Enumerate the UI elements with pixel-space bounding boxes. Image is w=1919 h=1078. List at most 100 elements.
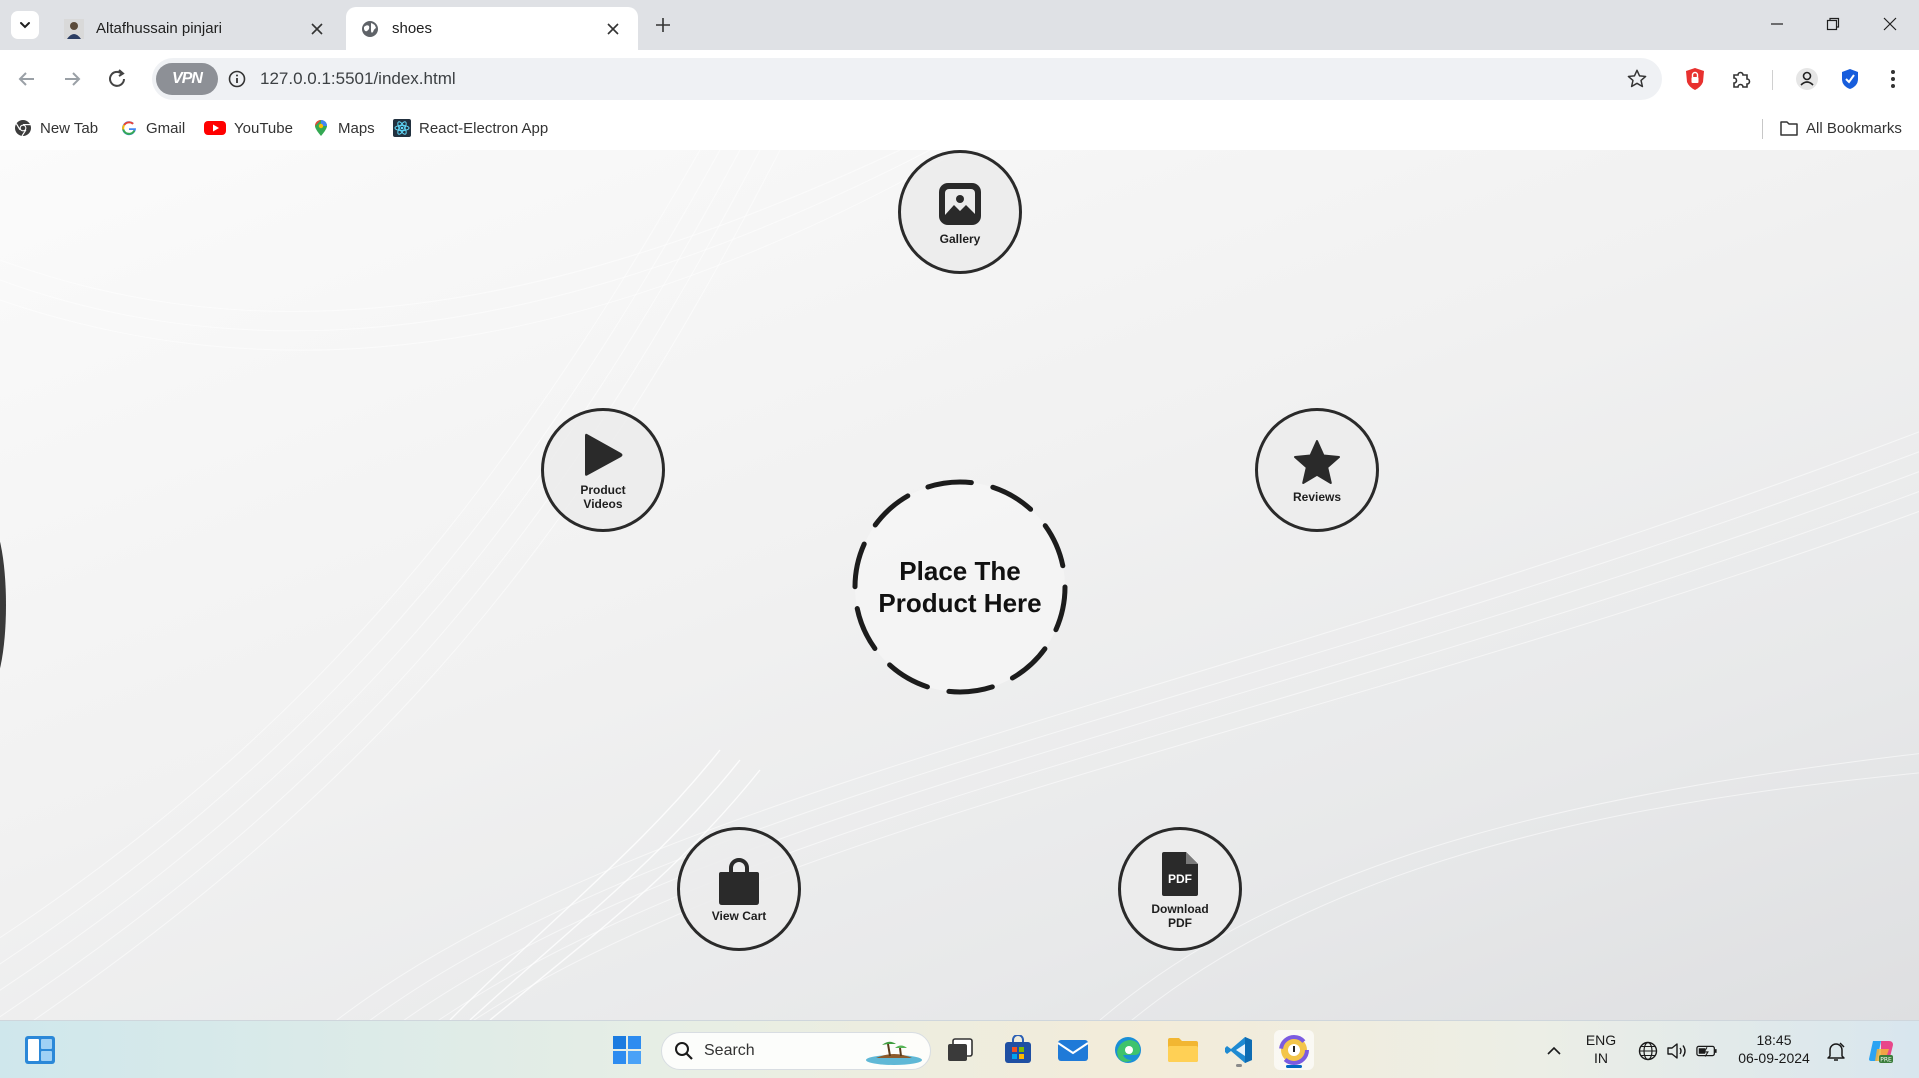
volume-icon[interactable] [1666,1040,1688,1062]
youtube-icon [204,119,226,137]
toolbar-divider [1772,70,1773,90]
close-icon[interactable] [306,18,328,40]
folder-icon [1780,119,1798,137]
feature-label: Gallery [939,232,981,246]
forward-button[interactable] [57,64,87,94]
bitwarden-shield-icon[interactable] [1835,64,1865,94]
restore-button[interactable] [1815,8,1851,40]
chrome-icon [14,119,32,137]
show-hidden-icons-button[interactable] [1543,1040,1565,1062]
product-drop-zone[interactable]: Place The Product Here [850,477,1070,697]
drop-zone-text: Place The Product Here [878,556,1042,618]
widgets-icon [25,1036,55,1064]
browser-app-icon [1279,1035,1309,1065]
bookmark-label: YouTube [234,119,293,137]
shopping-bag-icon [713,855,765,907]
bookmark-label: Gmail [146,119,186,137]
bookmark-label: Maps [338,119,375,137]
network-icon[interactable] [1637,1040,1659,1062]
more-vertical-icon [1891,70,1895,88]
globe-icon [360,19,380,39]
brave-shield-icon[interactable] [1680,64,1710,94]
svg-text:PRE: PRE [1880,1057,1892,1064]
taskbar-search-box[interactable]: Search [661,1032,931,1070]
close-icon[interactable] [602,18,624,40]
site-info-icon[interactable] [224,66,250,92]
all-bookmarks-button[interactable]: All Bookmarks [1780,115,1902,141]
store-icon [1005,1035,1031,1063]
bookmark-youtube[interactable]: YouTube [204,115,293,141]
close-icon [1883,17,1897,31]
url-text[interactable]: 127.0.0.1:5501/index.html [260,69,456,89]
microsoft-store-button[interactable] [998,1030,1038,1070]
battery-icon[interactable] [1696,1040,1718,1062]
restore-icon [1826,17,1840,31]
search-icon [675,1042,693,1060]
reviews-button[interactable]: Reviews [1255,408,1379,532]
tab-altafhussain[interactable]: Altafhussain pinjari [50,7,342,50]
pdf-badge-text: PDF [1168,872,1192,886]
clock-date: 06-09-2024 [1738,1050,1810,1066]
start-button[interactable] [607,1030,647,1070]
google-icon [120,119,138,137]
browser-toolbar: VPN 127.0.0.1:5501/index.html [0,50,1919,107]
bookmark-maps[interactable]: Maps [312,115,375,141]
bookmarks-divider [1762,119,1763,139]
edge-icon [1115,1037,1141,1063]
bookmark-react-electron[interactable]: React-Electron App [393,115,548,141]
tab-shoes[interactable]: shoes [346,7,638,50]
arrow-right-icon [65,72,81,86]
edge-browser-button[interactable] [1108,1030,1148,1070]
new-tab-button[interactable] [650,12,676,38]
browser-menu-button[interactable] [1878,64,1908,94]
input-language-indicator[interactable]: ENG IN [1580,1031,1622,1067]
download-pdf-button[interactable]: PDF Download PDF [1118,827,1242,951]
running-indicator [1236,1064,1242,1067]
widgets-button[interactable] [20,1030,60,1070]
task-view-button[interactable] [940,1030,980,1070]
notifications-bell-icon[interactable] [1825,1040,1847,1062]
product-videos-button[interactable]: Product Videos [541,408,665,532]
file-explorer-button[interactable] [1163,1030,1203,1070]
star-icon [1291,436,1343,488]
view-cart-button[interactable]: View Cart [677,827,801,951]
bookmark-label: New Tab [40,119,99,137]
extensions-puzzle-icon[interactable] [1726,64,1756,94]
desktop-screen: Altafhussain pinjari shoes VPN 127.0.0.1… [0,0,1919,1078]
search-highlight-illustration [866,1041,922,1065]
arrow-left-icon [18,72,34,86]
bookmark-new-tab[interactable]: New Tab [14,115,98,141]
vscode-button[interactable] [1219,1030,1259,1070]
reload-button[interactable] [102,64,132,94]
plus-icon [656,18,670,32]
gallery-button[interactable]: Gallery [898,150,1022,274]
clock-time: 18:45 [1756,1032,1792,1048]
vscode-icon [1225,1037,1252,1063]
search-placeholder: Search [704,1042,755,1059]
tab-search-button[interactable] [11,11,39,39]
bookmarks-bar: New Tab Gmail YouTube Maps React-Electro… [0,107,1919,150]
address-bar[interactable]: VPN 127.0.0.1:5501/index.html [152,58,1662,100]
close-window-button[interactable] [1872,8,1908,40]
bookmark-star-icon[interactable] [1624,66,1650,92]
minimize-icon [1771,23,1783,25]
vpn-badge[interactable]: VPN [156,63,218,95]
folder-icon [1168,1038,1198,1062]
profile-button[interactable] [1792,64,1822,94]
bookmark-gmail[interactable]: Gmail [120,115,185,141]
play-icon [577,429,629,481]
windows-taskbar: Search ENG IN 18:45 06-09-2024 PRE [0,1020,1919,1078]
tab-title: shoes [392,20,433,37]
windows-logo-icon [613,1036,641,1064]
clock[interactable]: 18:45 06-09-2024 [1732,1031,1816,1067]
active-indicator [1286,1065,1302,1068]
bookmark-label: React-Electron App [419,119,549,137]
minimize-button[interactable] [1759,8,1795,40]
tab-title: Altafhussain pinjari [96,20,222,37]
web-page-content: Gallery Product Videos Reviews Place The… [0,150,1919,1020]
chromium-browser-button[interactable] [1274,1030,1314,1070]
copilot-icon[interactable]: PRE [1866,1036,1896,1066]
feature-label: View Cart [711,909,767,923]
mail-button[interactable] [1053,1030,1093,1070]
back-button[interactable] [12,64,42,94]
